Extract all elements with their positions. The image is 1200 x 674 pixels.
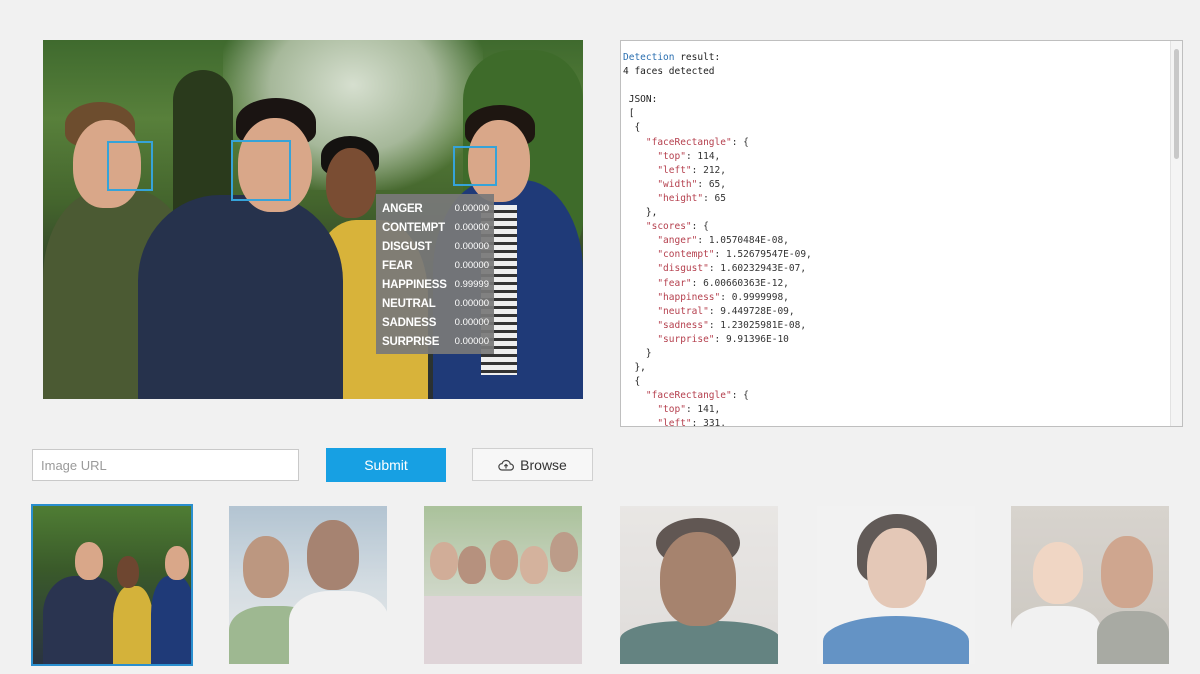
emotion-label: CONTEMPT <box>382 221 445 234</box>
json-line: } <box>623 347 652 359</box>
json-line: "neutral": 9.449728E-09, <box>657 305 795 317</box>
emotion-label: HAPPINESS <box>382 278 447 291</box>
emotion-row: HAPPINESS 0.99999 <box>382 275 489 294</box>
emotion-row: SURPRISE 0.00000 <box>382 332 489 351</box>
scrollbar-thumb[interactable] <box>1174 49 1179 159</box>
json-line: [ <box>623 108 635 120</box>
result-scrollbar[interactable] <box>1170 41 1182 426</box>
emotion-label: DISGUST <box>382 240 432 253</box>
faces-detected-summary: 4 faces detected <box>623 66 715 78</box>
json-line: "anger": 1.0570484E-08, <box>657 235 789 247</box>
sample-image-thumbnail-5[interactable] <box>817 506 975 664</box>
sample-image-thumbnail-3[interactable] <box>424 506 582 664</box>
detection-result-text: Detection result: 4 faces detected JSON:… <box>623 51 812 427</box>
emotion-value: 0.00000 <box>454 336 489 347</box>
emotion-row: DISGUST 0.00000 <box>382 237 489 256</box>
emotion-value: 0.99999 <box>454 279 489 290</box>
browse-button-label: Browse <box>520 456 567 473</box>
json-line: { <box>623 122 641 134</box>
emotion-row: FEAR 0.00000 <box>382 256 489 275</box>
emotion-value: 0.00000 <box>454 317 489 328</box>
submit-button[interactable]: Submit <box>326 448 446 482</box>
face-rectangle <box>453 146 497 186</box>
emotion-label: ANGER <box>382 202 423 215</box>
emotion-row: ANGER 0.00000 <box>382 199 489 218</box>
json-line: "left": 331, <box>657 418 726 427</box>
json-line: "surprise": 9.91396E-10 <box>657 333 789 345</box>
emotion-row: SADNESS 0.00000 <box>382 313 489 332</box>
json-line: "disgust": 1.60232943E-07, <box>657 263 807 275</box>
browse-button[interactable]: Browse <box>472 448 593 481</box>
json-line: JSON: <box>623 94 658 106</box>
emotion-value: 0.00000 <box>454 222 489 233</box>
emotion-label: SURPRISE <box>382 335 440 348</box>
json-line: "sadness": 1.23025981E-08, <box>657 319 807 331</box>
json-line: "left": 212, <box>657 164 726 176</box>
face-rectangle <box>107 141 153 191</box>
emotion-label: SADNESS <box>382 316 437 329</box>
detection-result-panel[interactable]: Detection result: 4 faces detected JSON:… <box>620 40 1183 427</box>
emotion-value: 0.00000 <box>454 203 489 214</box>
emotion-value: 0.00000 <box>454 241 489 252</box>
json-line: "fear": 6.00660363E-12, <box>657 277 789 289</box>
image-url-input[interactable] <box>32 449 299 481</box>
json-line: "width": 65, <box>657 178 726 190</box>
result-title-rest: result: <box>674 52 721 63</box>
json-line: "top": 114, <box>657 150 721 162</box>
json-line: "contempt": 1.52679547E-09, <box>657 249 812 261</box>
json-line: { <box>623 376 641 388</box>
emotion-row: CONTEMPT 0.00000 <box>382 218 489 237</box>
json-line: "faceRectangle": { <box>645 136 749 148</box>
main-photo: ANGER 0.00000 CONTEMPT 0.00000 DISGUST 0.00… <box>43 40 583 399</box>
emotion-label: FEAR <box>382 259 413 272</box>
json-line: "faceRectangle": { <box>645 390 749 402</box>
json-line: "height": 65 <box>657 192 726 204</box>
sample-image-thumbnail-1[interactable] <box>31 504 193 666</box>
emotion-value: 0.00000 <box>454 298 489 309</box>
json-line: "top": 141, <box>657 404 721 416</box>
json-line: }, <box>623 362 646 374</box>
emotion-scores-panel: ANGER 0.00000 CONTEMPT 0.00000 DISGUST 0.00… <box>376 194 494 354</box>
json-line: "happiness": 0.9999998, <box>657 291 789 303</box>
emotion-row: NEUTRAL 0.00000 <box>382 294 489 313</box>
cloud-upload-icon <box>498 459 515 471</box>
sample-image-thumbnail-4[interactable] <box>620 506 778 664</box>
face-rectangle <box>231 140 291 201</box>
sample-image-thumbnail-6[interactable] <box>1011 506 1169 664</box>
json-line: "scores": { <box>645 221 709 233</box>
emotion-value: 0.00000 <box>454 260 489 271</box>
json-line: }, <box>623 207 658 219</box>
result-json-body: JSON: [ { "faceRectangle": { "top": 114,… <box>623 94 812 427</box>
emotion-label: NEUTRAL <box>382 297 436 310</box>
result-title-keyword: Detection <box>623 52 675 63</box>
sample-image-thumbnail-2[interactable] <box>229 506 387 664</box>
